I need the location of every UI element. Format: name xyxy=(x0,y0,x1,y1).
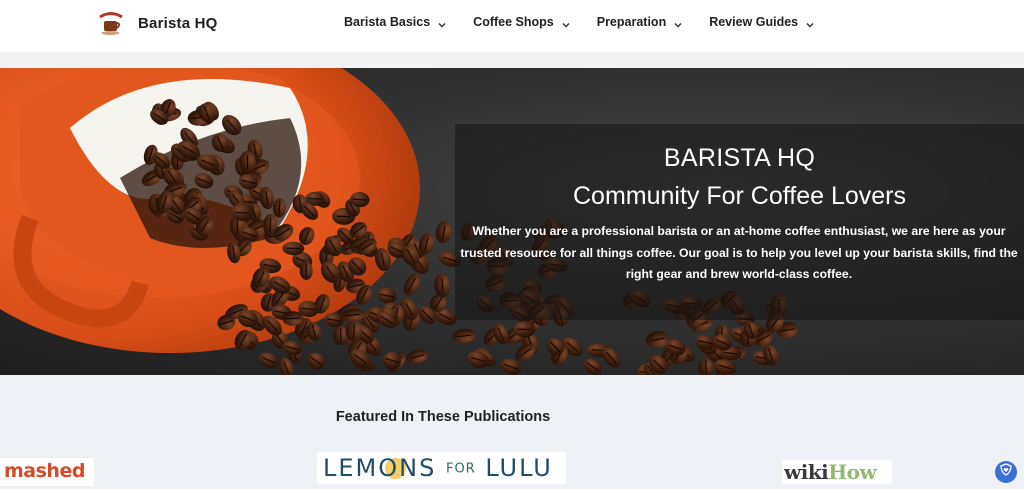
chevron-down-icon xyxy=(561,17,571,28)
brand-name: Barista HQ xyxy=(138,14,218,32)
wiki-word: wiki xyxy=(784,460,829,484)
hero-description: Whether you are a professional barista o… xyxy=(460,224,1018,281)
nav-item-coffee-shops[interactable]: Coffee Shops xyxy=(473,15,571,29)
hero-section: BARISTA HQ Community For Coffee Lovers W… xyxy=(0,68,1024,375)
lemons-for-lulu-logo[interactable]: LEMONS FOR LULU xyxy=(317,452,566,484)
nav-item-label: Review Guides xyxy=(709,15,799,29)
header-divider xyxy=(0,52,1024,68)
wikihow-logo-text: wikiHow xyxy=(784,460,877,484)
barista-cup-logo-icon xyxy=(96,8,126,38)
chevron-down-icon xyxy=(805,17,815,28)
brand-link[interactable]: Barista HQ xyxy=(96,8,218,38)
for-word: FOR xyxy=(445,461,476,477)
hero-subtitle: Community For Coffee Lovers xyxy=(573,182,906,210)
nav-item-preparation[interactable]: Preparation xyxy=(597,15,683,29)
lemons-word: LEMONS xyxy=(323,454,437,482)
site-header: Barista HQ Barista Basics Coffee Shops P… xyxy=(0,0,1024,52)
nav-item-barista-basics[interactable]: Barista Basics xyxy=(344,15,447,29)
lemons-logo-text: LEMONS FOR LULU xyxy=(323,454,553,482)
nav-item-label: Barista Basics xyxy=(344,15,431,29)
privacy-settings-button[interactable] xyxy=(995,461,1017,483)
how-word: How xyxy=(828,460,877,484)
main-nav: Barista Basics Coffee Shops Preparation … xyxy=(344,0,841,44)
lulu-word: LULU xyxy=(485,454,553,482)
nav-item-label: Preparation xyxy=(596,15,667,29)
chevron-down-icon xyxy=(437,17,447,28)
hero-title: BARISTA HQ xyxy=(663,144,816,172)
featured-publications-section: Featured In These Publications mashed LE… xyxy=(0,375,1024,489)
nav-item-label: Coffee Shops xyxy=(473,15,554,29)
mashed-logo-text: mashed xyxy=(4,460,85,482)
shield-heart-icon xyxy=(1000,463,1012,481)
featured-title: Featured In These Publications xyxy=(335,409,551,425)
chevron-down-icon xyxy=(673,17,683,28)
mashed-logo[interactable]: mashed xyxy=(0,458,94,486)
nav-item-review-guides[interactable]: Review Guides xyxy=(709,15,815,29)
wikihow-logo[interactable]: wikiHow xyxy=(782,460,892,484)
